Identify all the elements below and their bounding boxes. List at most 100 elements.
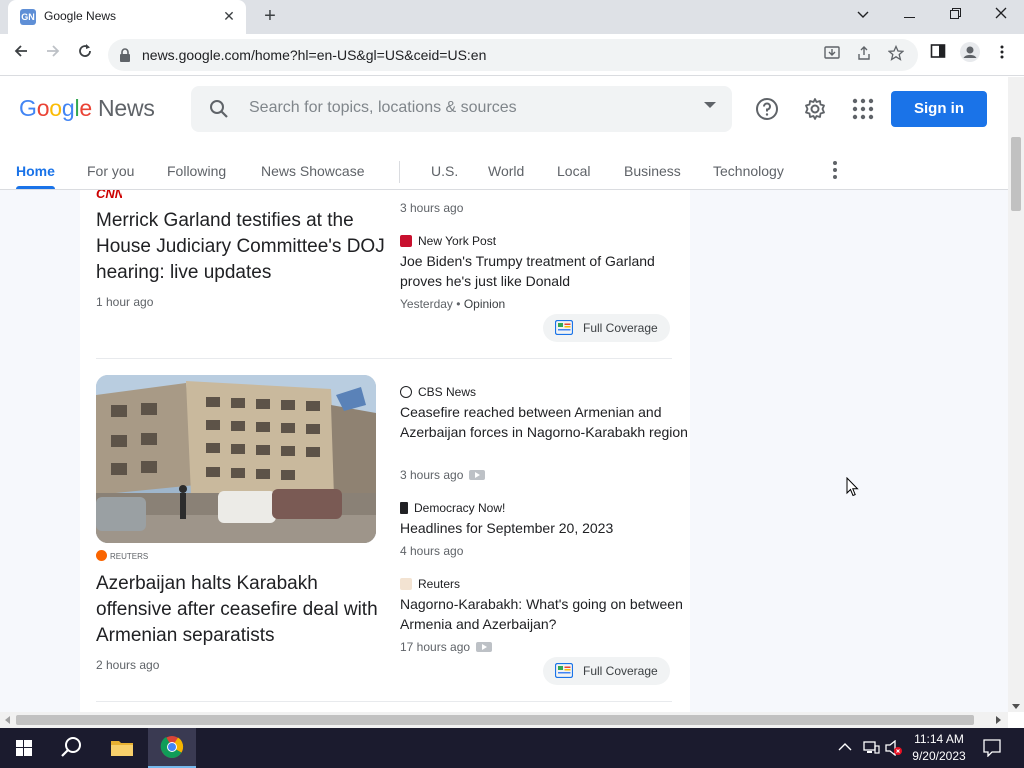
more-sections-icon[interactable] (832, 161, 838, 179)
profile-avatar-icon[interactable] (957, 42, 983, 68)
vertical-scroll-thumb[interactable] (1011, 137, 1021, 211)
back-button[interactable] (8, 42, 34, 68)
scroll-down-arrow-icon[interactable] (1012, 704, 1020, 709)
windows-taskbar: 11:14 AM 9/20/2023 (0, 728, 1024, 768)
volume-muted-icon[interactable] (884, 740, 904, 756)
share-icon[interactable] (854, 45, 874, 65)
nypost-logo-icon (400, 235, 412, 247)
chrome-taskbar-icon[interactable] (148, 728, 196, 768)
minimize-button[interactable] (886, 0, 932, 30)
side-panel-icon[interactable] (925, 42, 951, 68)
story2-photo[interactable] (96, 375, 376, 543)
cbs-eye-logo-icon (400, 386, 412, 398)
search-input[interactable] (249, 99, 679, 117)
bookmark-star-icon[interactable] (886, 44, 906, 65)
browser-tab[interactable]: GN Google News ✕ (8, 0, 246, 34)
vertical-scrollbar[interactable] (1008, 77, 1024, 712)
google-apps-icon[interactable] (851, 97, 875, 121)
democracy-now-logo-icon (400, 502, 408, 514)
related-headline[interactable]: Ceasefire reached between Armenian and A… (400, 402, 690, 442)
address-bar[interactable]: news.google.com/home?hl=en-US&gl=US&ceid… (108, 39, 918, 71)
google-news-header: GoogleNews Sign in Home For you (0, 77, 1008, 190)
lock-icon (120, 48, 130, 62)
related-headline[interactable]: Headlines for September 20, 2023 (400, 518, 690, 538)
install-app-icon[interactable] (822, 45, 842, 65)
search-dropdown-icon[interactable] (704, 102, 716, 108)
related-time: 4 hours ago (400, 544, 464, 558)
sign-in-button[interactable]: Sign in (891, 91, 987, 127)
reuters-logo-icon (400, 578, 412, 590)
full-coverage-button[interactable]: Full Coverage (543, 314, 670, 342)
full-coverage-button[interactable]: Full Coverage (543, 657, 670, 685)
logo-letter: g (61, 95, 75, 121)
search-box[interactable] (191, 86, 732, 132)
source-name: CBS News (418, 385, 477, 399)
restore-button[interactable] (932, 0, 978, 30)
tab-close-icon[interactable]: ✕ (220, 7, 238, 25)
search-icon (210, 100, 228, 118)
scroll-right-arrow-icon[interactable] (996, 716, 1001, 724)
story-divider (96, 701, 672, 702)
reuters-logo-text: REUTERS (110, 552, 149, 561)
tab-for-you[interactable]: For you (87, 163, 134, 179)
related-source-reuters: Reuters (400, 577, 460, 591)
logo-letter: o (36, 95, 50, 121)
tab-home[interactable]: Home (16, 163, 55, 189)
time-text: 3 hours ago (400, 468, 464, 482)
story1-headline[interactable]: Merrick Garland testifies at the House J… (96, 208, 386, 286)
related-time: 3 hours ago (400, 468, 486, 482)
source-name: Reuters (418, 577, 461, 591)
url-text[interactable]: news.google.com/home?hl=en-US&gl=US&ceid… (142, 47, 486, 63)
tab-following[interactable]: Following (167, 163, 226, 179)
tab-news-showcase[interactable]: News Showcase (261, 163, 365, 179)
clock-time: 11:14 AM (914, 732, 964, 746)
file-explorer-icon[interactable] (98, 728, 146, 768)
tab-us[interactable]: U.S. (431, 163, 458, 179)
mouse-cursor-icon (846, 477, 859, 497)
reuters-logo-icon (96, 550, 107, 561)
video-icon (476, 642, 493, 652)
related-source-nypost: New York Post (400, 234, 496, 248)
full-coverage-label: Full Coverage (583, 321, 658, 335)
source-logo-reuters: REUTERS (96, 550, 148, 561)
tab-technology[interactable]: Technology (713, 163, 784, 179)
network-icon[interactable] (862, 740, 880, 756)
google-news-logo[interactable]: Google News (19, 95, 155, 122)
related-headline[interactable]: Nagorno-Karabakh: What's going on betwee… (400, 594, 690, 634)
horizontal-scroll-thumb[interactable] (16, 715, 974, 725)
chrome-menu-icon[interactable] (989, 42, 1015, 68)
forward-button[interactable] (40, 42, 66, 68)
close-window-button[interactable] (978, 0, 1024, 30)
settings-gear-icon[interactable] (803, 97, 827, 121)
clock-date: 9/20/2023 (912, 749, 966, 763)
taskbar-search-icon[interactable] (48, 728, 96, 768)
section-nav: Home For you Following News Showcase U.S… (0, 159, 1008, 189)
show-hidden-icons-chevron-icon[interactable] (838, 742, 852, 752)
logo-letter: e (79, 95, 92, 121)
related-time: 17 hours ago (400, 640, 493, 654)
horizontal-scrollbar[interactable] (0, 712, 1008, 728)
windows-start-icon[interactable] (0, 728, 48, 768)
system-clock[interactable]: 11:14 AM 9/20/2023 (904, 731, 974, 765)
notifications-icon[interactable] (983, 739, 1001, 757)
tab-world[interactable]: World (488, 163, 524, 179)
story1-time: 1 hour ago (96, 295, 154, 309)
time-text: 17 hours ago (400, 640, 471, 654)
tab-business[interactable]: Business (624, 163, 681, 179)
scroll-left-arrow-icon[interactable] (5, 716, 10, 724)
new-tab-button[interactable]: + (258, 5, 282, 29)
story2-headline[interactable]: Azerbaijan halts Karabakh offensive afte… (96, 571, 386, 649)
tab-search-chevron-icon[interactable] (840, 0, 886, 30)
tab-local[interactable]: Local (557, 163, 590, 179)
full-coverage-icon (555, 663, 573, 678)
related-source-cbs: CBS News (400, 385, 476, 399)
news-feed: CNN Merrick Garland testifies at the Hou… (0, 190, 1008, 712)
time-text: Yesterday (400, 297, 453, 311)
related-headline[interactable]: Joe Biden's Trumpy treatment of Garland … (400, 251, 690, 291)
reload-button[interactable] (72, 42, 98, 68)
full-coverage-label: Full Coverage (583, 664, 658, 678)
tab-title: Google News (44, 9, 117, 23)
video-icon (469, 470, 486, 480)
related-time: Yesterday • Opinion (400, 297, 506, 311)
help-icon[interactable] (755, 97, 779, 121)
